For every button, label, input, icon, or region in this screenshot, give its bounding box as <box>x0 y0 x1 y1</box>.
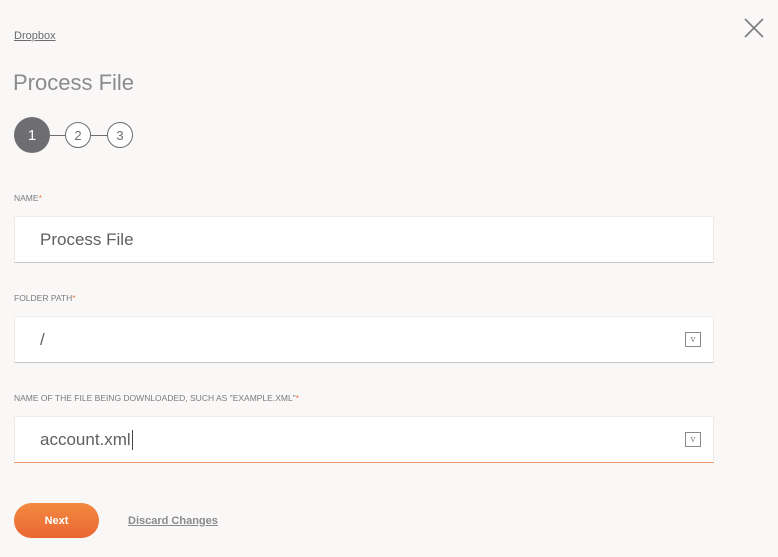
file-name-input[interactable]: account.xml v <box>14 416 714 463</box>
step-connector <box>91 135 107 136</box>
step-1[interactable]: 1 <box>14 117 50 153</box>
name-label: NAME* <box>14 193 42 203</box>
next-button[interactable]: Next <box>14 503 99 538</box>
folder-path-label: FOLDER PATH* <box>14 293 76 303</box>
close-icon[interactable] <box>742 16 766 40</box>
step-connector <box>50 135 65 136</box>
folder-path-input[interactable]: / v <box>14 316 714 363</box>
text-cursor <box>131 429 133 450</box>
page-title: Process File <box>13 70 135 95</box>
file-name-label: NAME OF THE FILE BEING DOWNLOADED, SUCH … <box>14 393 300 403</box>
name-input[interactable]: Process File <box>14 216 714 263</box>
step-3[interactable]: 3 <box>107 122 133 148</box>
discard-changes-link[interactable]: Discard Changes <box>128 515 218 527</box>
variable-icon[interactable]: v <box>685 432 701 447</box>
step-2[interactable]: 2 <box>65 122 91 148</box>
breadcrumb-dropbox[interactable]: Dropbox <box>14 30 56 42</box>
variable-icon[interactable]: v <box>685 332 701 347</box>
